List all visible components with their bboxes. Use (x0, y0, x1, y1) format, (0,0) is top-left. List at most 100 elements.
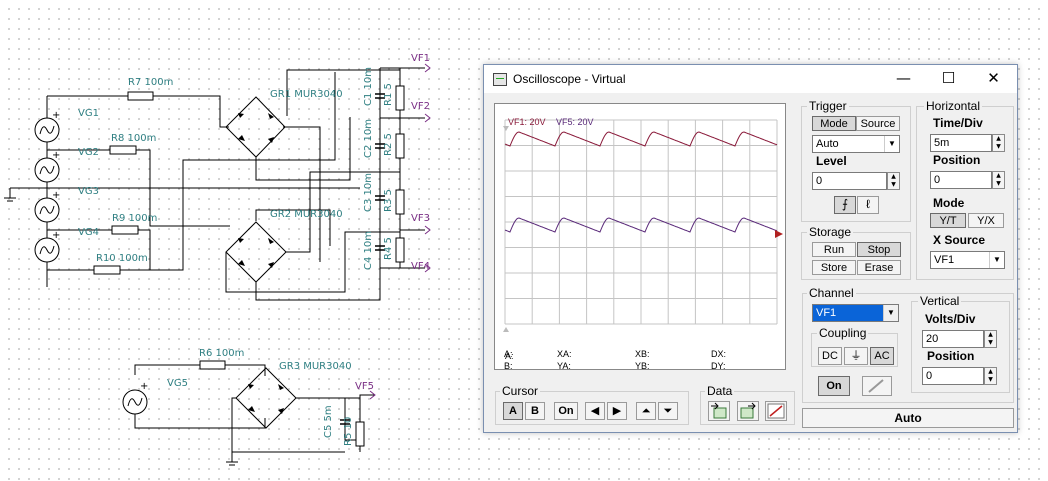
label-r2: R2 5 (383, 133, 394, 156)
wires (4, 67, 425, 466)
export-chart-icon (711, 402, 727, 419)
trigger-source-button[interactable]: Source (856, 116, 900, 131)
resistor-r8 (109, 145, 137, 155)
trigger-mode-select[interactable]: Auto ▼ (812, 135, 900, 153)
chevron-down-icon: ▼ (883, 305, 898, 321)
rising-edge-button[interactable]: ⨍ (834, 196, 856, 214)
store-button[interactable]: Store (812, 260, 856, 275)
readout-ya: YA: (557, 361, 571, 371)
cursor-left-button[interactable]: ◀ (585, 402, 605, 420)
readout-xb: XB: (635, 349, 650, 359)
minimize-button[interactable]: — (881, 65, 926, 93)
readout-dy: DY: (711, 361, 726, 371)
probe-color-button[interactable] (862, 376, 892, 396)
spin-up-icon: ▲ (996, 172, 1001, 179)
gnd-coupling-button[interactable]: ⏚ (844, 347, 868, 365)
import-chart-icon (740, 402, 756, 419)
maximize-button[interactable]: ☐ (926, 65, 971, 93)
level-marker[interactable] (775, 230, 783, 238)
ac-coupling-button[interactable]: AC (870, 347, 894, 365)
spin-down-icon: ▼ (891, 181, 896, 188)
cursor-b-button[interactable]: B (525, 402, 545, 420)
cursor-down-button[interactable]: ⏷ (658, 402, 678, 420)
pen-icon (868, 379, 884, 393)
spin-up-icon: ▲ (996, 135, 1001, 142)
label-vf3: VF3 (411, 213, 430, 224)
channel-select[interactable]: VF1 ▼ (812, 304, 899, 322)
resistor-r6 (199, 360, 226, 370)
spin-down-icon: ▼ (988, 339, 993, 346)
export-data-button[interactable] (708, 401, 730, 421)
label-vg5: VG5 (167, 378, 188, 389)
oscilloscope-window: Oscilloscope - Virtual — ☐ ✕ VF1: 20V VF… (483, 64, 1018, 433)
title-bar[interactable]: Oscilloscope - Virtual — ☐ ✕ (484, 65, 1017, 93)
voltage-sources (34, 117, 148, 415)
dc-coupling-button[interactable]: DC (818, 347, 842, 365)
arrow-up-double-icon: ⏶ (641, 405, 651, 417)
label-gr2: GR2 MUR3040 (270, 209, 343, 220)
plus-sign: + (52, 110, 60, 121)
spin-down-icon: ▼ (996, 143, 1001, 150)
bridge-gr2 (225, 221, 287, 283)
stop-button[interactable]: Stop (857, 242, 901, 257)
cursor-up-button[interactable]: ⏶ (636, 402, 656, 420)
spin-up-icon: ▲ (988, 368, 993, 375)
clear-data-button[interactable] (765, 401, 787, 421)
channel-label-vf5: VF5: 20V (556, 117, 594, 127)
horizontal-position-stepper[interactable]: ▲ ▼ (992, 171, 1005, 189)
trigger-level-stepper[interactable]: ▲ ▼ (887, 172, 900, 190)
trigger-mode-value: Auto (816, 138, 839, 150)
volts-div-stepper[interactable]: ▲ ▼ (984, 330, 997, 348)
cursor-a-button[interactable]: A (503, 402, 523, 420)
resistor-r1 (395, 85, 405, 111)
vertical-position-stepper[interactable]: ▲ ▼ (984, 367, 997, 385)
cursor-right-button[interactable]: ▶ (607, 402, 627, 420)
vertical-position-input[interactable]: 0 (922, 367, 984, 385)
falling-edge-icon: ℓ (866, 197, 870, 211)
rising-edge-icon: ⨍ (841, 197, 849, 211)
arrow-down-double-icon: ⏷ (663, 405, 673, 417)
cursor-on-button[interactable]: On (554, 402, 578, 420)
label-vg4: VG4 (78, 227, 99, 238)
label-r8: R8 100m (111, 133, 156, 144)
yt-mode-button[interactable]: Y/T (930, 213, 966, 228)
readout-b: B: (504, 361, 513, 371)
cursor-title: Cursor (500, 384, 541, 398)
label-r10: R10 100m (96, 253, 148, 264)
resistor-r9 (111, 225, 139, 235)
trigger-level-input[interactable]: 0 (812, 172, 887, 190)
x-source-select[interactable]: VF1 ▼ (930, 251, 1005, 269)
close-button[interactable]: ✕ (971, 65, 1016, 93)
spin-up-icon: ▲ (891, 173, 896, 180)
vertical-title: Vertical (918, 294, 962, 308)
scope-screen: VF1: 20V VF5: 20V (503, 117, 783, 332)
run-button[interactable]: Run (812, 242, 856, 257)
falling-edge-button[interactable]: ℓ (857, 196, 879, 214)
chevron-down-icon: ▼ (989, 252, 1004, 268)
chevron-down-icon: ▼ (884, 136, 899, 152)
scope-display[interactable]: VF1: 20V VF5: 20V A: (494, 103, 786, 370)
oscilloscope-app-icon (493, 73, 507, 86)
volts-div-input[interactable]: 20 (922, 330, 984, 348)
readout-dx: DX: (711, 349, 727, 359)
yx-mode-button[interactable]: Y/X (968, 213, 1004, 228)
horizontal-position-input[interactable]: 0 (930, 171, 992, 189)
import-data-button[interactable] (737, 401, 759, 421)
label-gr3: GR3 MUR3040 (279, 361, 352, 372)
resistor-r4 (395, 237, 405, 263)
horizontal-title: Horizontal (924, 99, 983, 113)
time-div-input[interactable]: 5m (930, 134, 992, 152)
label-r7: R7 100m (128, 77, 173, 88)
channel-on-button[interactable]: On (818, 376, 850, 396)
label-r4: R4 5 (383, 237, 394, 260)
storage-title: Storage (807, 225, 854, 239)
resistor-r10 (93, 265, 121, 275)
diode-marks (238, 113, 284, 414)
auto-status-button[interactable]: Auto (802, 408, 1014, 428)
erase-button[interactable]: Erase (857, 260, 901, 275)
x-source-label: X Source (933, 233, 986, 247)
label-c3: C3 10m (363, 173, 374, 212)
time-div-stepper[interactable]: ▲ ▼ (992, 134, 1005, 152)
bridge-gr1 (225, 96, 286, 158)
trigger-mode-button[interactable]: Mode (812, 116, 856, 131)
